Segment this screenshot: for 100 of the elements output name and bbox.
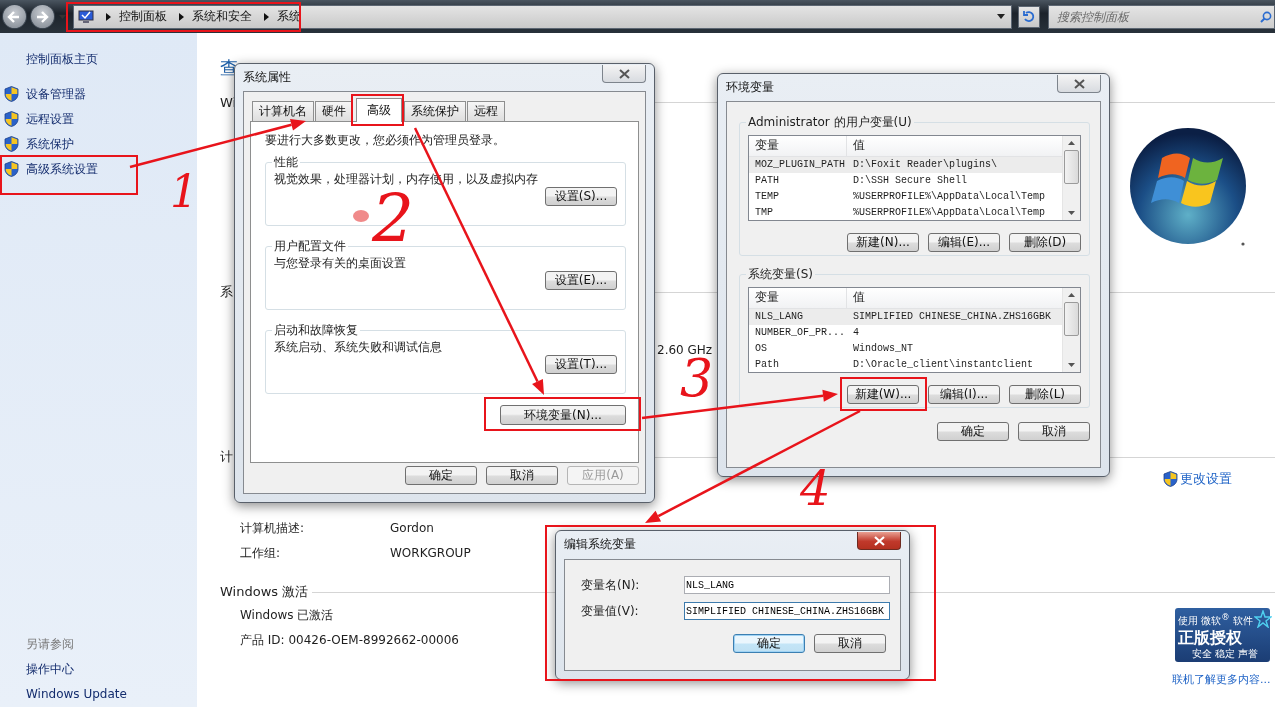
list-row[interactable]: PATH D:\SSH Secure Shell xyxy=(749,172,1062,189)
variable-name: NLS_LANG xyxy=(754,311,804,323)
sidebar-link[interactable]: 系统保护 xyxy=(0,135,74,153)
info-value: WORKGROUP xyxy=(390,545,471,562)
shield-icon xyxy=(1163,471,1178,487)
page-heading: 查 xyxy=(220,56,238,80)
list-row[interactable]: NUMBER_OF_PR... 4 xyxy=(749,324,1062,341)
info-label: 计算机描述: xyxy=(240,520,306,537)
sidebar-link[interactable]: 操作中心 xyxy=(26,660,197,678)
variable-name: Path xyxy=(754,358,780,370)
variable-value: Windows_NT xyxy=(852,342,914,354)
refresh-icon xyxy=(1022,9,1037,24)
column-header[interactable]: 变量 xyxy=(749,288,847,308)
scrollbar[interactable] xyxy=(1062,136,1080,220)
column-header[interactable]: 值 xyxy=(847,288,1062,308)
close-button[interactable] xyxy=(1057,75,1101,93)
variable-value: D:\Foxit Reader\plugins\ xyxy=(852,159,999,171)
sidebar-link[interactable]: 控制面板主页 xyxy=(26,50,197,68)
list-button[interactable]: 新建(N)... xyxy=(847,233,919,252)
sidebar-link[interactable]: 高级系统设置 xyxy=(0,160,98,178)
step-number: 1 xyxy=(170,170,198,214)
step-number: 4 xyxy=(800,464,831,512)
scroll-down-icon[interactable] xyxy=(1068,211,1075,215)
dialog-button[interactable]: 确定 xyxy=(733,634,805,653)
scroll-up-icon[interactable] xyxy=(1068,293,1075,297)
star-icon xyxy=(1253,610,1272,628)
ink-blob xyxy=(353,210,369,222)
sidebar-link[interactable]: Windows Update xyxy=(26,685,197,703)
text-field[interactable]: NLS_LANG xyxy=(684,576,890,594)
sidebar-link[interactable]: 远程设置 xyxy=(0,110,74,128)
dialog-button[interactable]: 确定 xyxy=(937,422,1009,441)
sidebar-link[interactable]: 设备管理器 xyxy=(0,85,86,103)
step-number: 2 xyxy=(372,186,414,252)
group-description: 与您登录有关的桌面设置 xyxy=(274,255,407,271)
settings-button[interactable]: 设置(S)... xyxy=(545,187,617,206)
variable-name: OS xyxy=(754,342,768,354)
tab[interactable]: 高级 xyxy=(356,98,402,122)
settings-button[interactable]: 设置(T)... xyxy=(545,355,617,374)
breadcrumb-item[interactable]: 控制面板 xyxy=(118,8,167,25)
scroll-up-icon[interactable] xyxy=(1068,141,1075,145)
dialog-title: 系统属性 xyxy=(243,69,291,86)
list-row[interactable]: Path D:\Oracle_client\instantclient xyxy=(749,356,1062,372)
processor-speed: 2.60 GHz xyxy=(657,343,713,357)
field-label: 变量值(V): xyxy=(580,602,640,620)
badge-text: 使用 微软$^{®}$ 软件 xyxy=(1178,610,1253,628)
dialog-button[interactable]: 确定 xyxy=(405,466,477,485)
close-icon xyxy=(873,535,885,546)
close-button[interactable] xyxy=(602,65,646,83)
back-button[interactable] xyxy=(2,4,27,29)
variable-value: %USERPROFILE%\AppData\Local\Temp xyxy=(852,190,1047,202)
refresh-button[interactable] xyxy=(1018,5,1041,28)
tab[interactable]: 远程 xyxy=(467,101,505,121)
list-button[interactable]: 删除(D) xyxy=(1009,233,1081,252)
tab[interactable]: 计算机名 xyxy=(252,101,314,121)
list-button[interactable]: 编辑(I)... xyxy=(928,385,1000,404)
settings-button[interactable]: 设置(E)... xyxy=(545,271,617,290)
info-value: Gordon xyxy=(390,520,434,537)
learn-more-link[interactable]: 联机了解更多内容... xyxy=(1172,672,1271,687)
column-header[interactable]: 变量 xyxy=(749,136,847,156)
dropdown-icon[interactable] xyxy=(997,14,1006,19)
text-field[interactable]: SIMPLIFIED CHINESE_CHINA.ZHS16GBK xyxy=(684,602,890,620)
scroll-down-icon[interactable] xyxy=(1068,363,1075,367)
chevron-icon xyxy=(178,12,184,21)
group-title: 性能 xyxy=(273,154,299,171)
activation-status: Windows 已激活 xyxy=(240,607,334,624)
forward-button[interactable] xyxy=(29,4,55,29)
search-icon[interactable] xyxy=(1260,10,1272,23)
column-header[interactable]: 值 xyxy=(847,136,1062,156)
genuine-badge[interactable]: 使用 微软$^{®}$ 软件 正版授权 安全 稳定 声誉 xyxy=(1175,608,1270,662)
tab[interactable]: 硬件 xyxy=(315,101,353,121)
breadcrumb-item[interactable]: 系统和安全 xyxy=(191,8,252,25)
dialog-button[interactable]: 取消 xyxy=(1018,422,1090,441)
badge-text: 正版授权 xyxy=(1178,628,1242,647)
group-title: Administrator 的用户变量(U) xyxy=(747,114,913,131)
field-label: 变量名(N): xyxy=(580,576,641,594)
search-input[interactable]: 搜索控制面板 xyxy=(1049,9,1260,24)
tab[interactable]: 系统保护 xyxy=(404,101,466,121)
shield-icon xyxy=(4,136,19,152)
scrollbar[interactable] xyxy=(1062,288,1080,372)
section-title: 系 xyxy=(220,283,233,301)
close-icon xyxy=(1073,78,1085,89)
dialog-title: 环境变量 xyxy=(726,79,774,96)
dialog-button[interactable]: 取消 xyxy=(486,466,558,485)
variable-value: D:\Oracle_client\instantclient xyxy=(852,358,1035,370)
back-arrow-icon xyxy=(7,9,22,24)
list-row[interactable]: OS Windows_NT xyxy=(749,340,1062,357)
section-title: Windows 激活 xyxy=(220,583,309,601)
change-settings-link[interactable]: 更改设置 xyxy=(1163,470,1232,488)
dialog-button[interactable]: 取消 xyxy=(814,634,886,653)
list-row[interactable]: TEMP %USERPROFILE%\AppData\Local\Temp xyxy=(749,188,1062,205)
environment-variables-button[interactable]: 环境变量(N)... xyxy=(500,405,626,425)
variable-name: MOZ_PLUGIN_PATH xyxy=(754,159,846,171)
variable-value: D:\SSH Secure Shell xyxy=(852,175,969,186)
list-button[interactable]: 新建(W)... xyxy=(847,385,919,404)
list-row[interactable]: TMP %USERPROFILE%\AppData\Local\Temp xyxy=(749,204,1062,220)
list-button[interactable]: 编辑(E)... xyxy=(928,233,1000,252)
close-button[interactable] xyxy=(857,532,901,550)
search-field[interactable]: 搜索控制面板 xyxy=(1048,4,1275,29)
dialog-title: 编辑系统变量 xyxy=(564,536,636,553)
list-button[interactable]: 删除(L) xyxy=(1009,385,1081,404)
